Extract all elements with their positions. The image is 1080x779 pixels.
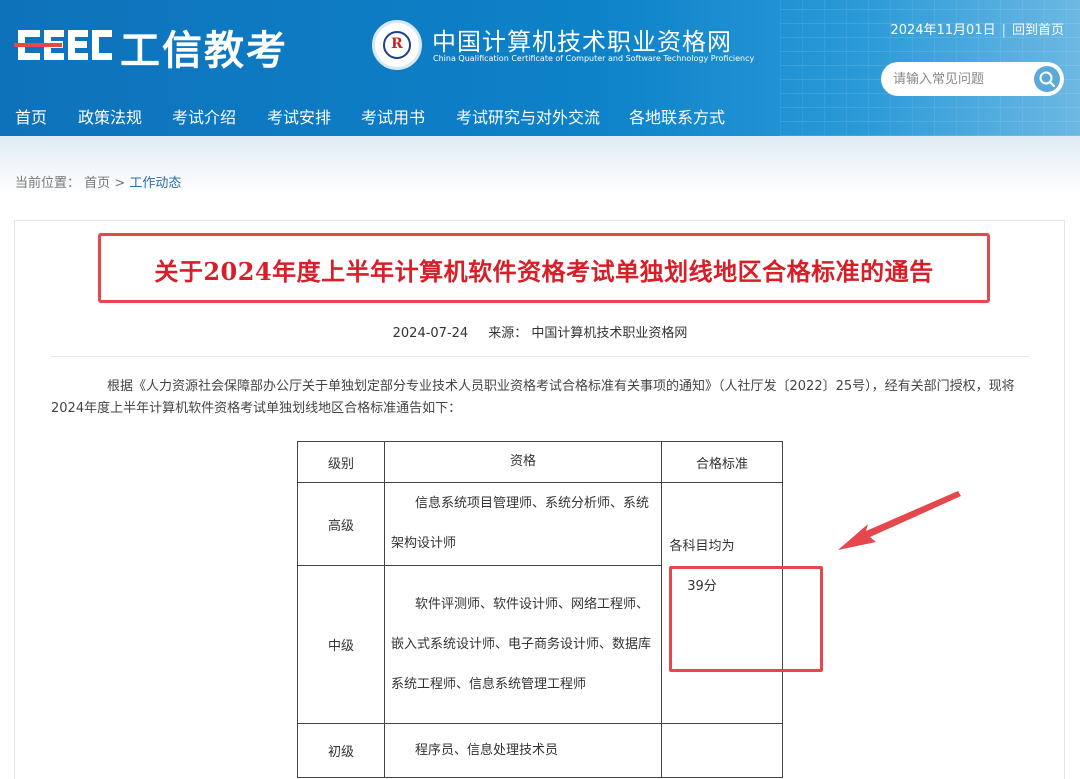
- emblem-icon: R: [372, 20, 422, 70]
- nav-item-exam-intro[interactable]: 考试介绍: [172, 104, 236, 128]
- standard-line-1: 各科目均为: [669, 539, 735, 554]
- breadcrumb-current[interactable]: 工作动态: [129, 176, 181, 191]
- header-level: 级别: [297, 441, 385, 483]
- nav-item-research[interactable]: 考试研究与对外交流: [456, 104, 600, 128]
- logo-text[interactable]: 工信教考: [120, 18, 288, 76]
- nav-item-contacts[interactable]: 各地联系方式: [629, 104, 725, 128]
- nav-item-policy[interactable]: 政策法规: [78, 104, 142, 128]
- site-name-en: China Qualification Certificate of Compu…: [433, 54, 755, 63]
- table-row: 初级 程序员、信息处理技术员: [297, 723, 783, 778]
- top-right-bar: 2024年11月01日 | 回到首页: [890, 23, 1064, 38]
- row-qualifications: 信息系统项目管理师、系统分析师、系统架构设计师: [384, 482, 662, 566]
- row-qualifications: 软件评测师、软件设计师、网络工程师、嵌入式系统设计师、电子商务设计师、数据库系统…: [384, 565, 662, 724]
- row-qualifications: 程序员、信息处理技术员: [384, 723, 662, 778]
- row-level: 中级: [297, 565, 385, 724]
- search-icon: [1039, 71, 1056, 88]
- divider: [51, 356, 1029, 357]
- search-button[interactable]: [1034, 66, 1060, 92]
- breadcrumb-home[interactable]: 首页: [84, 176, 110, 191]
- article-title: 关于2024年度上半年计算机软件资格考试单独划线地区合格标准的通告: [154, 257, 934, 286]
- article-source: 来源： 中国计算机技术职业资格网: [488, 326, 688, 341]
- current-date: 2024年11月01日: [890, 23, 996, 38]
- article-meta: 2024-07-24 来源： 中国计算机技术职业资格网: [0, 322, 1080, 341]
- header-standard: 合格标准: [661, 441, 783, 483]
- row-level: 初级: [297, 723, 385, 778]
- search-box: [881, 62, 1064, 96]
- site-header: 工信教考 R 中国计算机技术职业资格网 China Qualification …: [0, 0, 1080, 136]
- breadcrumb: 当前位置： 首页 > 工作动态: [15, 172, 181, 191]
- table-header-row: 级别 资格 合格标准: [297, 441, 783, 483]
- empty-standard-cell: [661, 723, 783, 778]
- nav-item-home[interactable]: 首页: [15, 104, 47, 128]
- nav-item-exam-schedule[interactable]: 考试安排: [267, 104, 331, 128]
- table-row: 高级 信息系统项目管理师、系统分析师、系统架构设计师 各科目均为 39分: [297, 482, 783, 724]
- breadcrumb-separator: >: [114, 176, 126, 191]
- breadcrumb-prefix: 当前位置：: [15, 176, 81, 191]
- standard-highlight-box: [669, 566, 823, 672]
- ceec-logo-icon[interactable]: [14, 22, 114, 68]
- home-link[interactable]: 回到首页: [1012, 23, 1064, 38]
- nav-item-exam-books[interactable]: 考试用书: [361, 104, 425, 128]
- search-input[interactable]: [893, 69, 1033, 89]
- site-name-cn: 中国计算机技术职业资格网: [432, 28, 732, 56]
- article-paragraph: 根据《人力资源社会保障部办公厅关于单独划定部分专业技术人员职业资格考试合格标准有…: [51, 379, 1015, 416]
- row-level: 高级: [297, 482, 385, 566]
- header-qualification: 资格: [384, 441, 662, 483]
- article-date: 2024-07-24: [392, 326, 469, 341]
